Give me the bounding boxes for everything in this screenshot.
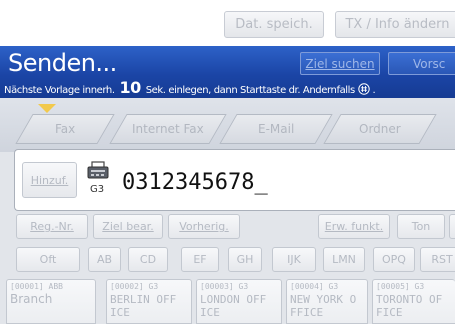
tab-email-label: E-Mail — [257, 122, 295, 136]
tab-folder-label: Ordner — [359, 122, 401, 136]
entry-code: [00003] G3 — [200, 282, 249, 291]
next-original-instruction: Nächste Vorlage innerh. 10 Sek. einlegen… — [4, 78, 376, 97]
destination-search-label: Ziel suchen — [305, 56, 375, 71]
index-tab-lmn[interactable]: LMN — [323, 247, 365, 272]
entry-name: LONDON OFF ICE — [200, 293, 267, 319]
extended-function-button[interactable]: Erw. funkt. — [318, 214, 390, 239]
tone-button[interactable]: Ton — [397, 214, 445, 239]
selected-tab-marker — [38, 104, 56, 113]
previous-button[interactable]: Vorherig. — [168, 214, 240, 239]
edit-destination-button[interactable]: Ziel bear. — [93, 214, 163, 239]
transmission-type-tabs: Fax Internet Fax E-Mail Ordner — [0, 98, 455, 152]
fax-number-display: 0312345678_ — [122, 170, 268, 195]
tab-email[interactable]: E-Mail — [219, 114, 333, 144]
tab-internet-fax[interactable]: Internet Fax — [109, 114, 227, 144]
add-destination-button[interactable]: Hinzuf. — [22, 162, 77, 198]
index-tab-cd[interactable]: CD — [128, 247, 168, 272]
fax-line-mode: G3 — [90, 184, 105, 195]
screen-title: Senden... — [8, 49, 117, 77]
address-entry[interactable]: [00004] G3 NEW YORK O FFICE — [286, 279, 368, 324]
preview-label: Vorsc — [413, 56, 446, 71]
tab-folder[interactable]: Ordner — [323, 114, 437, 144]
index-tab-ijk[interactable]: IJK — [272, 247, 316, 272]
index-tab-ab[interactable]: AB — [88, 247, 121, 272]
fax-machine-icon — [87, 161, 109, 179]
registration-number-button[interactable]: Reg.-Nr. — [16, 214, 88, 239]
tab-internet-fax-label: Internet Fax — [132, 122, 204, 136]
entry-code: [00002] G3 — [110, 282, 159, 291]
tab-fax[interactable]: Fax — [15, 114, 115, 144]
store-file-button[interactable]: Dat. speich. — [224, 11, 324, 38]
address-entry[interactable]: [00001] ABB Branch — [6, 279, 96, 324]
more-control-button[interactable] — [449, 214, 455, 239]
destination-search-button[interactable]: Ziel suchen — [300, 52, 380, 75]
entry-code: [00004] G3 — [290, 282, 339, 291]
index-tab-gh[interactable]: GH — [228, 247, 262, 272]
tx-info-button[interactable]: TX / Info ändern — [335, 11, 455, 38]
tab-fax-label: Fax — [54, 122, 76, 136]
index-tab-frequent[interactable]: Oft — [16, 247, 80, 272]
entry-code: [00001] ABB — [10, 282, 63, 291]
entry-code: [00005] G3 — [376, 282, 425, 291]
address-entry[interactable]: [00003] G3 LONDON OFF ICE — [196, 279, 282, 324]
instruction-after: Sek. einlegen, dann Starttaste dr. Ander… — [145, 85, 356, 96]
entry-name: BERLIN OFF ICE — [110, 293, 177, 319]
preview-button[interactable]: Vorsc — [388, 52, 455, 75]
instruction-seconds: 10 — [119, 78, 141, 97]
title-bar: Senden... Ziel suchen Vorsc Nächste Vorl… — [0, 46, 455, 98]
index-tab-ef[interactable]: EF — [181, 247, 219, 272]
hash-key-icon — [357, 83, 370, 95]
entry-name: NEW YORK O FFICE — [290, 293, 357, 319]
index-tab-opq[interactable]: OPQ — [373, 247, 415, 272]
address-entry[interactable]: [00005] G3 TORONTO OF FICE — [372, 279, 455, 324]
entry-name: TORONTO OF FICE — [376, 293, 443, 319]
instruction-before: Nächste Vorlage innerh. — [4, 85, 115, 96]
address-entry[interactable]: [00002] G3 BERLIN OFF ICE — [106, 279, 192, 324]
index-tab-rst[interactable]: RST — [420, 247, 455, 272]
entry-name: Branch — [10, 292, 53, 306]
